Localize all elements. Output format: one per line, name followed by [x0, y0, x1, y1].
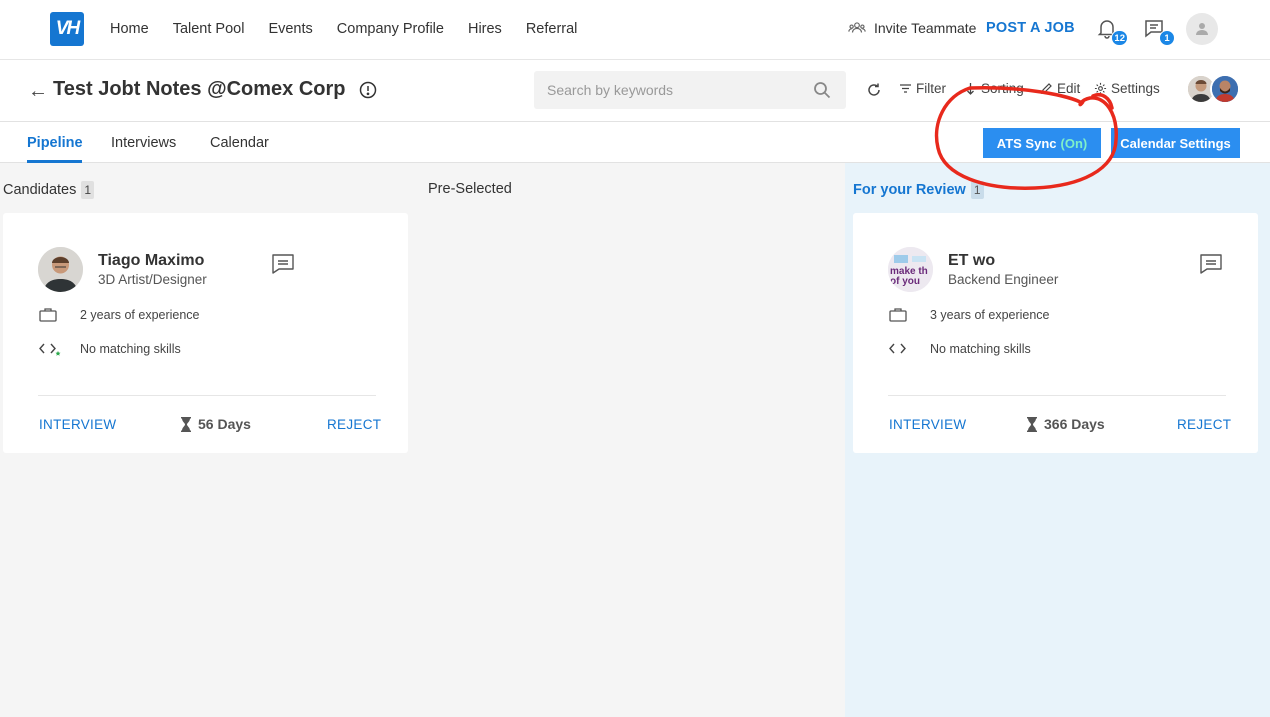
- skills-row: No matching skills: [888, 341, 1031, 357]
- column-header-candidates: Candidates 1: [3, 181, 95, 199]
- ats-sync-button[interactable]: ATS Sync (On): [983, 128, 1101, 158]
- hourglass-icon: [181, 416, 191, 432]
- briefcase-icon: [889, 308, 907, 322]
- column-header-review: For your Review 1: [853, 181, 984, 199]
- user-avatar[interactable]: [1186, 13, 1218, 45]
- refresh-icon[interactable]: [866, 82, 882, 98]
- days-in-stage: 366 Days: [1026, 416, 1105, 432]
- days-in-stage: 56 Days: [180, 416, 251, 432]
- days-text: 56 Days: [198, 416, 251, 432]
- divider: [888, 395, 1226, 396]
- settings-button[interactable]: Settings: [1094, 81, 1160, 96]
- nav-link-company-profile[interactable]: Company Profile: [337, 21, 444, 37]
- user-icon: [1196, 23, 1208, 35]
- ats-sync-label: ATS Sync: [996, 135, 1057, 151]
- filter-label: Filter: [916, 81, 946, 96]
- nav-link-talent-pool[interactable]: Talent Pool: [173, 21, 245, 37]
- back-arrow-icon[interactable]: ←: [28, 80, 48, 103]
- search-input[interactable]: [534, 71, 846, 109]
- skills-text: No matching skills: [80, 342, 181, 356]
- tab-interviews[interactable]: Interviews: [111, 135, 176, 151]
- column-count: 1: [81, 181, 95, 199]
- candidate-name[interactable]: Tiago Maximo: [98, 252, 204, 270]
- edit-button[interactable]: Edit: [1040, 81, 1080, 96]
- candidate-role: Backend Engineer: [948, 272, 1059, 287]
- code-icon: [39, 343, 61, 356]
- filter-icon: [900, 84, 911, 93]
- candidate-role: 3D Artist/Designer: [98, 272, 207, 287]
- candidate-name[interactable]: ET wo: [948, 252, 995, 270]
- info-icon[interactable]: [359, 81, 377, 99]
- interview-button[interactable]: INTERVIEW: [39, 417, 116, 432]
- team-avatars[interactable]: [1186, 74, 1246, 106]
- nav-link-referral[interactable]: Referral: [526, 21, 578, 37]
- experience-text: 2 years of experience: [80, 308, 200, 322]
- experience-text: 3 years of experience: [930, 308, 1050, 322]
- notifications-button[interactable]: 12: [1096, 17, 1128, 46]
- tab-pipeline[interactable]: Pipeline: [27, 135, 83, 151]
- briefcase-icon: [39, 308, 57, 322]
- experience-row: 2 years of experience: [38, 307, 200, 323]
- team-member-avatar: [1210, 74, 1240, 104]
- messages-badge: 1: [1159, 30, 1175, 46]
- gear-icon: [1094, 82, 1107, 95]
- column-title: Candidates: [3, 182, 77, 198]
- top-navigation: VH Home Talent Pool Events Company Profi…: [0, 0, 1270, 60]
- edit-label: Edit: [1057, 81, 1081, 96]
- days-text: 366 Days: [1044, 416, 1105, 432]
- column-title: Pre-Selected: [428, 181, 512, 197]
- sorting-button[interactable]: Sorting: [964, 81, 1024, 96]
- interview-button[interactable]: INTERVIEW: [889, 417, 966, 432]
- column-header-preselected: Pre-Selected: [428, 181, 512, 197]
- main-nav: Home Talent Pool Events Company Profile …: [110, 0, 577, 58]
- pencil-icon: [1041, 83, 1052, 94]
- candidate-card[interactable]: Tiago Maximo 3D Artist/Designer 2 years …: [3, 213, 408, 453]
- reject-button[interactable]: REJECT: [1177, 417, 1231, 432]
- notifications-badge: 12: [1111, 30, 1128, 46]
- skills-row: No matching skills: [38, 341, 181, 357]
- calendar-settings-button[interactable]: Calendar Settings: [1111, 128, 1240, 158]
- filter-button[interactable]: Filter: [899, 81, 946, 96]
- reject-button[interactable]: REJECT: [327, 417, 381, 432]
- code-icon: [889, 343, 906, 354]
- column-count: 1: [970, 181, 984, 199]
- message-icon[interactable]: [1198, 252, 1224, 276]
- sort-icon: [967, 83, 974, 95]
- candidate-avatar: make th of you: [888, 247, 933, 292]
- divider: [38, 395, 376, 396]
- invite-teammate-label: Invite Teammate: [874, 20, 977, 36]
- candidate-avatar: [38, 247, 83, 292]
- tab-calendar[interactable]: Calendar: [210, 135, 269, 151]
- search-icon[interactable]: [813, 81, 831, 99]
- avatar-image-text: make th of you: [890, 266, 928, 287]
- column-title: For your Review: [853, 182, 966, 198]
- nav-link-home[interactable]: Home: [110, 21, 149, 37]
- nav-link-events[interactable]: Events: [268, 21, 312, 37]
- candidate-card[interactable]: make th of you ET wo Backend Engineer 3 …: [853, 213, 1258, 453]
- messages-button[interactable]: 1: [1143, 17, 1175, 46]
- settings-label: Settings: [1111, 81, 1160, 96]
- skills-text: No matching skills: [930, 342, 1031, 356]
- message-icon[interactable]: [270, 252, 296, 276]
- hourglass-icon: [1027, 416, 1037, 432]
- team-icon: [848, 22, 866, 33]
- page-title: Test Jobt Notes @Comex Corp: [53, 78, 346, 100]
- experience-row: 3 years of experience: [888, 307, 1050, 323]
- job-header: ← Test Jobt Notes @Comex Corp Filter Sor…: [0, 60, 1270, 122]
- invite-teammate-button[interactable]: Invite Teammate: [848, 19, 976, 37]
- ats-sync-status: (On): [1060, 135, 1088, 151]
- sorting-label: Sorting: [981, 81, 1024, 96]
- nav-link-hires[interactable]: Hires: [468, 21, 502, 37]
- post-job-button[interactable]: POST A JOB: [986, 20, 1075, 36]
- active-tab-indicator: [27, 160, 82, 163]
- brand-logo[interactable]: VH: [50, 12, 84, 46]
- tab-bar: Pipeline Interviews Calendar ATS Sync (O…: [0, 122, 1270, 163]
